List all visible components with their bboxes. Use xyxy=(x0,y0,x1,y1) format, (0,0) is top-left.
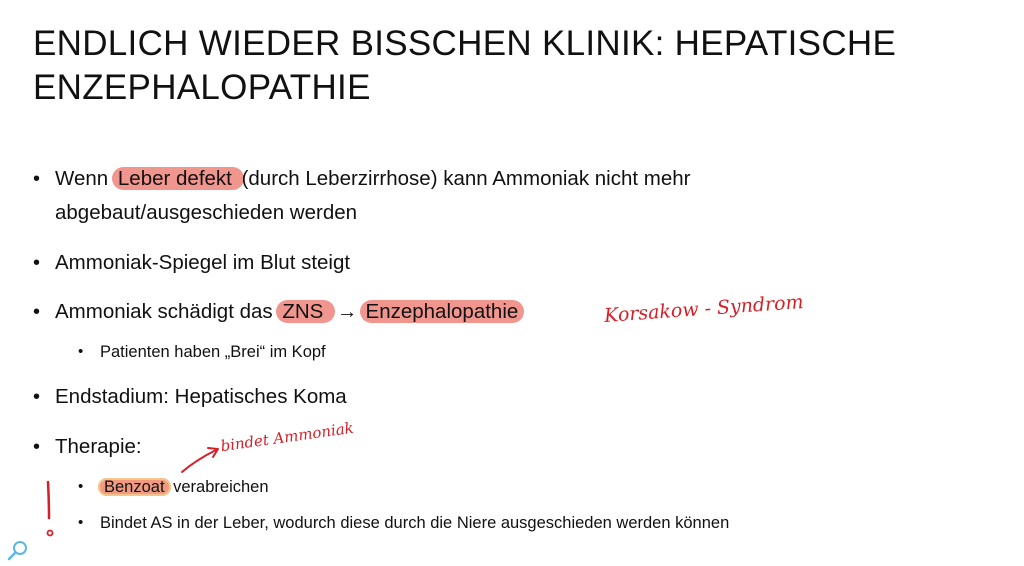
bullet5-text: Therapie: xyxy=(55,435,142,458)
slide-title: ENDLICH WIEDER BISSCHEN KLINIK: HEPATISC… xyxy=(33,22,993,110)
bullet-dot: • xyxy=(78,514,84,531)
handwritten-bindet-ammoniak: bindet Ammoniak xyxy=(219,418,355,456)
bullet3-sub-text: Patienten haben „Brei“ im Kopf xyxy=(100,343,326,361)
search-icon[interactable] xyxy=(6,540,30,562)
highlight-enzephalopathie: Enzephalopathie xyxy=(359,300,525,323)
title-line-1: ENDLICH WIEDER BISSCHEN KLINIK: HEPATISC… xyxy=(33,24,897,63)
bullet1-line2: abgebaut/ausgeschieden werden xyxy=(55,201,358,224)
bullet-dot: • xyxy=(33,386,41,408)
bullet5-sub2-text: Bindet AS in der Leber, wodurch diese du… xyxy=(100,514,730,532)
benzoat-post: verabreichen xyxy=(168,478,269,496)
bullet-dot: • xyxy=(33,252,41,274)
bullet-leber-defekt: • Wenn Leber defekt (durch Leberzirrhose… xyxy=(33,162,690,230)
bullet2-text: Ammoniak-Spiegel im Blut steigt xyxy=(55,251,351,274)
bullet-dot: • xyxy=(33,301,41,323)
handwritten-arrow-icon xyxy=(181,447,219,473)
bullet-dot: • xyxy=(78,343,84,360)
sub-bullet-bindet-as: • Bindet AS in der Leber, wodurch diese … xyxy=(78,510,729,536)
bullet1-pre: Wenn xyxy=(55,167,114,190)
highlight-leber-defekt: Leber defekt xyxy=(111,167,244,190)
bullet3-pre: Ammoniak schädigt das xyxy=(55,300,279,323)
bullet-dot: • xyxy=(78,478,84,495)
sub-bullet-benzoat: • Benzoat verabreichen xyxy=(78,474,269,500)
bullet-dot: • xyxy=(33,168,41,190)
bullet-dot: • xyxy=(33,436,41,458)
handwritten-korsakow-syndrom: Korsakow - Syndrom xyxy=(603,291,805,327)
bullet-therapie: • Therapie: xyxy=(33,430,142,464)
highlight-zns: ZNS xyxy=(276,300,336,323)
bullet-ammoniak-spiegel: • Ammoniak-Spiegel im Blut steigt xyxy=(33,246,350,280)
arrow-right-icon: → xyxy=(337,300,358,323)
highlight-benzoat: Benzoat xyxy=(98,478,171,496)
bullet4-text: Endstadium: Hepatisches Koma xyxy=(55,385,347,408)
title-line-2: ENZEPHALOPATHIE xyxy=(33,68,371,107)
bullet1-post: (durch Leberzirrhose) kann Ammoniak nich… xyxy=(241,167,691,190)
bullet-zns: • Ammoniak schädigt das ZNS → Enzephalopa… xyxy=(33,295,525,329)
handwritten-exclamation-icon xyxy=(46,480,54,537)
bullet-endstadium: • Endstadium: Hepatisches Koma xyxy=(33,380,347,414)
sub-bullet-brei: • Patienten haben „Brei“ im Kopf xyxy=(78,339,326,365)
